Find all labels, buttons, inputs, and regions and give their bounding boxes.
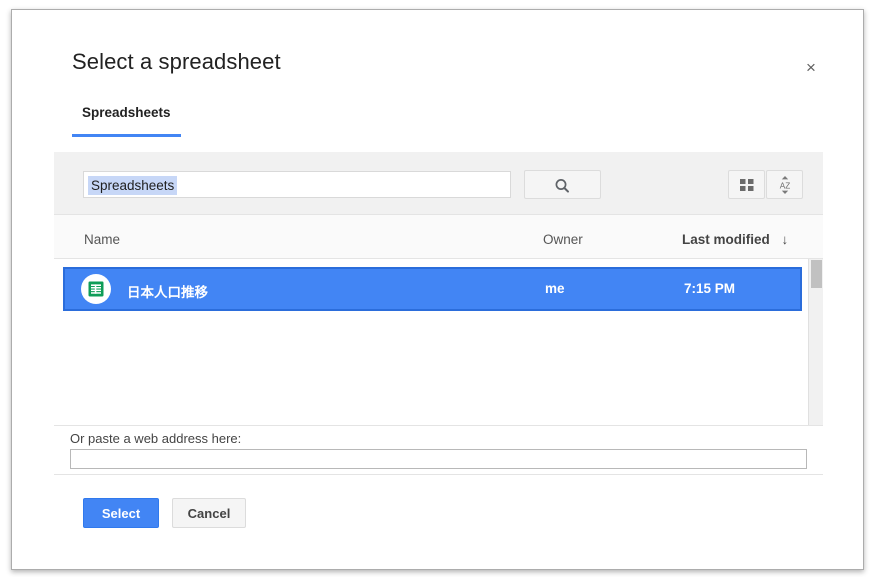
column-header-last-modified-label: Last modified xyxy=(682,232,770,247)
file-name: 日本人口推移 xyxy=(127,285,208,300)
file-last-modified: 7:15 PM xyxy=(684,281,736,296)
web-address-section: Or paste a web address here: xyxy=(54,425,823,474)
list-scrollbar-thumb[interactable] xyxy=(811,260,822,288)
select-button[interactable]: Select xyxy=(83,498,159,528)
dialog-footer: Select Cancel xyxy=(54,474,823,544)
search-input[interactable]: Spreadsheets xyxy=(83,171,511,198)
search-input-value: Spreadsheets xyxy=(88,176,178,195)
tab-spreadsheets[interactable]: Spreadsheets xyxy=(72,100,181,137)
file-owner: me xyxy=(545,281,565,296)
web-address-label: Or paste a web address here: xyxy=(70,431,242,446)
select-spreadsheet-dialog: Select a spreadsheet × Spreadsheets Spre… xyxy=(11,9,864,570)
sort-descending-arrow-icon: ↓ xyxy=(781,232,789,247)
page-title: Select a spreadsheet xyxy=(72,49,281,74)
search-toolbar: Spreadsheets AZ xyxy=(54,152,823,214)
column-header-owner[interactable]: Owner xyxy=(543,232,583,247)
table-row[interactable]: 日本人口推移 me 7:15 PM xyxy=(63,267,802,311)
tab-strip: Spreadsheets xyxy=(12,100,863,142)
grid-view-button[interactable] xyxy=(728,170,765,199)
list-column-headers: Name Owner Last modified ↓ xyxy=(54,214,823,259)
svg-text:AZ: AZ xyxy=(779,181,789,190)
column-header-last-modified[interactable]: Last modified ↓ xyxy=(682,232,788,247)
column-header-name[interactable]: Name xyxy=(84,232,120,247)
file-list: 日本人口推移 me 7:15 PM xyxy=(54,259,823,425)
search-button[interactable] xyxy=(524,170,601,199)
sort-button[interactable]: AZ xyxy=(766,170,803,199)
google-sheets-icon xyxy=(81,274,111,304)
cancel-button[interactable]: Cancel xyxy=(172,498,246,528)
list-scrollbar[interactable] xyxy=(808,259,823,425)
web-address-input[interactable] xyxy=(70,449,807,469)
close-icon[interactable]: × xyxy=(801,58,821,78)
dialog-header: Select a spreadsheet × xyxy=(12,10,863,80)
